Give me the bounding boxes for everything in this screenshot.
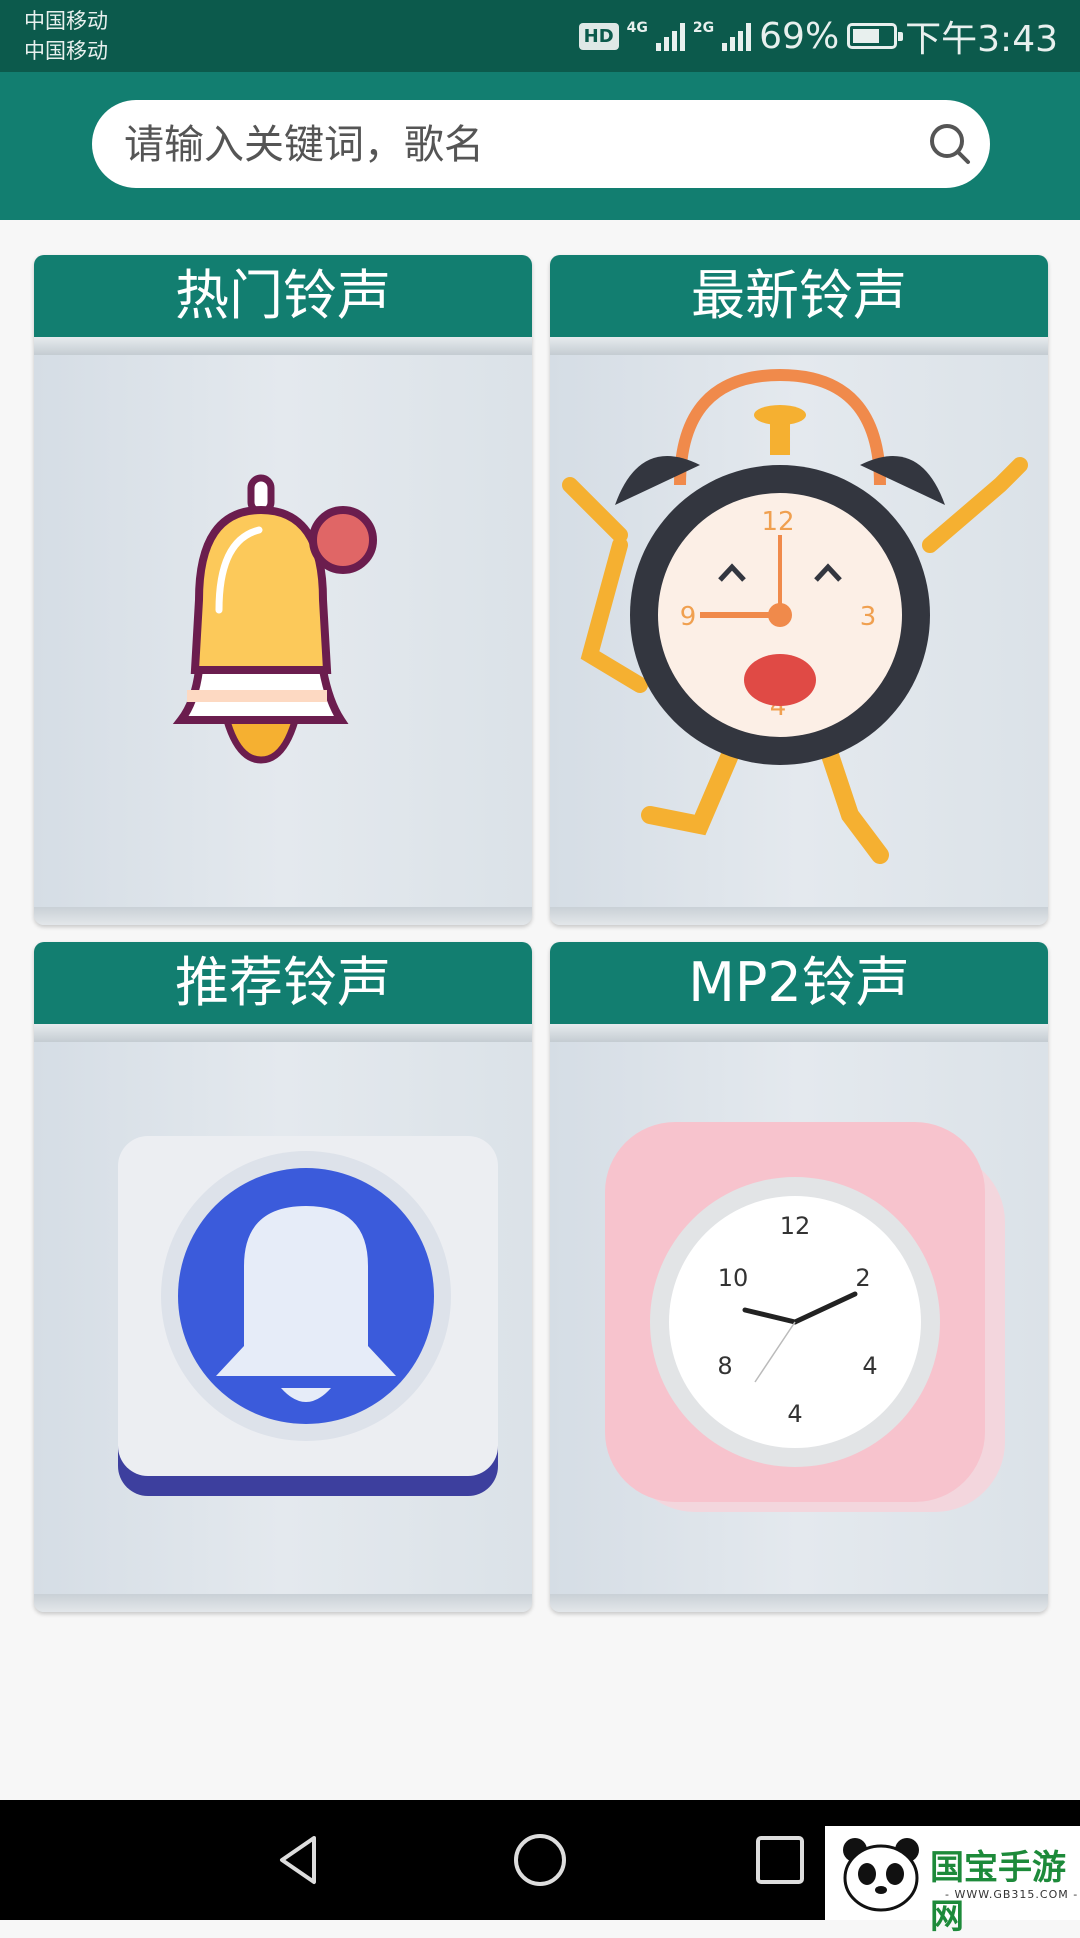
app-header [0, 72, 1080, 220]
status-bar: 中国移动 中国移动 HD 4G 2G 69% 下午3:43 [0, 0, 1080, 72]
bell-app-icon [118, 1136, 498, 1496]
signal-icon-1 [655, 21, 685, 51]
clock-number-2: 2 [855, 1264, 870, 1292]
clock-number-8: 8 [717, 1352, 732, 1380]
clock-number-6: 4 [787, 1400, 802, 1428]
battery-percent: 69% [759, 15, 840, 57]
card-strip [34, 1024, 532, 1042]
back-icon[interactable] [270, 1830, 330, 1890]
alarm-clock-icon: 12 3 4 9 [562, 368, 1028, 864]
watermark: 国宝手游网 - WWW.GB315.COM - [825, 1826, 1080, 1937]
clock-number-12: 12 [780, 1212, 811, 1240]
clock-number-9: 9 [680, 602, 697, 632]
card-bottom [34, 907, 532, 925]
battery-fill [853, 29, 880, 43]
card-strip [550, 337, 1048, 355]
category-card-recommended[interactable]: 推荐铃声 [34, 942, 532, 1612]
clock-icon: 12 2 4 4 8 10 [605, 1122, 1005, 1512]
category-title: 最新铃声 [550, 255, 1048, 337]
clock-number-12: 12 [761, 507, 794, 537]
category-card-hot[interactable]: 热门铃声 [34, 255, 532, 925]
battery-icon [847, 23, 904, 49]
network-type-1: 4G [626, 20, 648, 36]
recents-icon[interactable] [750, 1830, 810, 1890]
signal-icon-2 [722, 21, 752, 51]
card-bottom [550, 907, 1048, 925]
panda-logo-icon [843, 1838, 919, 1912]
hd-badge: HD [578, 22, 619, 50]
category-card-newest[interactable]: 最新铃声 12 3 4 9 [550, 255, 1048, 925]
category-title: 推荐铃声 [34, 942, 532, 1024]
watermark-url: - WWW.GB315.COM - [945, 1888, 1079, 1901]
bell-icon [172, 474, 377, 764]
network-type-2: 2G [692, 20, 715, 36]
category-title: MP2铃声 [550, 942, 1048, 1024]
card-strip [550, 1024, 1048, 1042]
status-time: 下午3:43 [905, 19, 1058, 60]
clock-number-4: 4 [862, 1352, 877, 1380]
category-card-mp2[interactable]: MP2铃声 12 2 4 4 8 10 [550, 942, 1048, 1612]
card-strip [34, 337, 532, 355]
search-input[interactable] [122, 100, 906, 190]
clock-number-3: 3 [860, 602, 877, 632]
card-bottom [550, 1594, 1048, 1612]
carrier-label-2: 中国移动 [24, 39, 108, 63]
card-bottom [34, 1594, 532, 1612]
category-title: 热门铃声 [34, 255, 532, 337]
carrier-label-1: 中国移动 [24, 9, 108, 33]
status-icons: HD 4G 2G 69% 下午3:43 [578, 12, 1058, 60]
home-icon[interactable] [510, 1830, 570, 1890]
search-bar[interactable] [92, 100, 990, 190]
clock-number-10: 10 [718, 1264, 749, 1292]
search-icon[interactable] [928, 122, 972, 166]
